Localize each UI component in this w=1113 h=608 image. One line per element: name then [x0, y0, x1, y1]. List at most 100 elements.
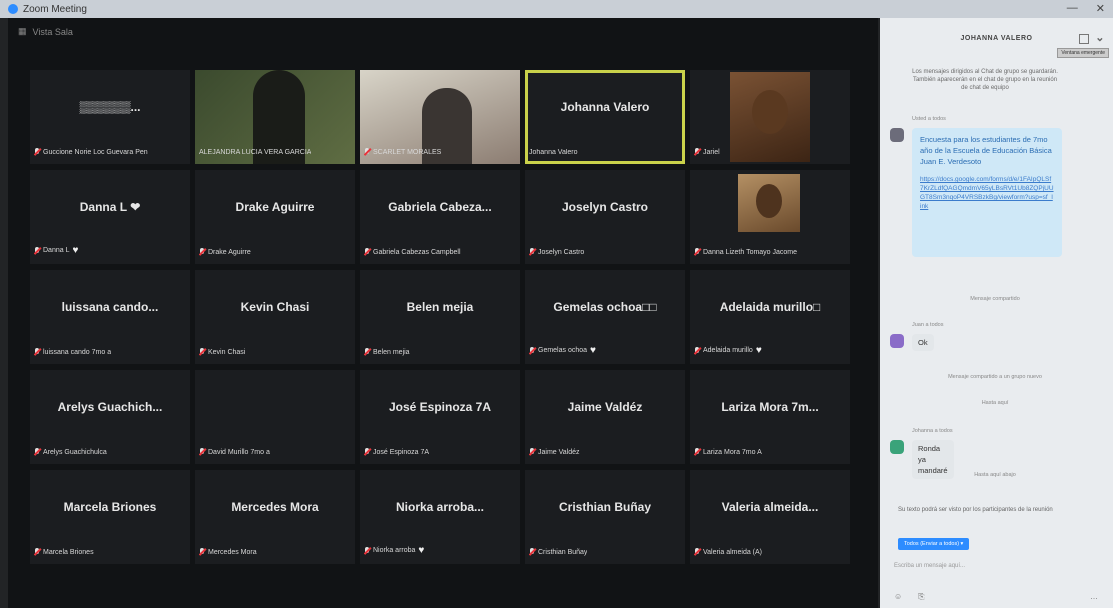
participant-name-label: Jariel [694, 148, 720, 156]
participant-name: Cristhian Buñay [538, 548, 588, 556]
participant-display-name: Gemelas ochoa□□ [553, 300, 657, 314]
participant-display-name: Niorka arroba... [395, 500, 485, 514]
participant-tile[interactable]: Adelaida murillo□ Adelaida murillo ♥ [690, 270, 850, 364]
more-icon[interactable]: … [1090, 592, 1098, 601]
muted-mic-icon [364, 348, 370, 356]
participant-tile[interactable]: Kevin Chasi Kevin Chasi [195, 270, 355, 364]
muted-mic-icon [364, 248, 370, 256]
window-controls: — ✕ [1067, 2, 1105, 15]
chat-divider: Hasta aquí [981, 400, 1009, 406]
participant-tile[interactable]: Jariel [690, 70, 850, 164]
participant-tile[interactable]: Mercedes Mora Mercedes Mora [195, 470, 355, 564]
participant-tile[interactable]: Danna Lizeth Tomayo Jacome [690, 170, 850, 264]
participant-tile[interactable]: Gabriela Cabeza... Gabriela Cabezas Campb… [360, 170, 520, 264]
participant-name-label: Danna Lizeth Tomayo Jacome [694, 248, 797, 256]
participant-name-label: Marcela Briones [34, 548, 94, 556]
participant-tile[interactable]: Cristhian Buñay Cristhian Buñay [525, 470, 685, 564]
view-switcher[interactable]: ▦ Vista Sala [18, 26, 73, 37]
participant-display-name: Joselyn Castro [561, 200, 649, 214]
participant-tile[interactable]: Belen mejia Belen mejia [360, 270, 520, 364]
participant-name: José Espinoza 7A [373, 448, 430, 456]
participant-display-name: Johanna Valero [560, 100, 650, 114]
participant-tile[interactable]: David Murillo 7mo a [195, 370, 355, 464]
participant-tile[interactable]: Marcela Briones Marcela Briones [30, 470, 190, 564]
message-bubble: Ok [912, 334, 934, 351]
participant-tile[interactable]: Gemelas ochoa□□ Gemelas ochoa ♥ [525, 270, 685, 364]
participant-tile[interactable]: Lariza Mora 7m... Lariza Mora 7mo A [690, 370, 850, 464]
gallery-view: ▦ Vista Sala ▒▒▒▒▒▒... Guccione Norie Loc… [8, 18, 878, 608]
file-icon[interactable]: ⎘ [918, 592, 924, 602]
participant-tile[interactable]: luissana cando... luissana cando 7mo a [30, 270, 190, 364]
participant-display-name: Arelys Guachich... [57, 400, 163, 414]
heart-icon: ♥ [755, 345, 762, 356]
participant-name: Marcela Briones [43, 548, 94, 556]
popout-icon[interactable] [1079, 34, 1089, 44]
participant-name-label: SCARLET MORALES [364, 148, 441, 156]
tooltip: Ventana emergente [1057, 48, 1109, 58]
participant-name: Gabriela Cabezas Campbell [373, 248, 461, 256]
participant-name-label: Cristhian Buñay [529, 548, 587, 556]
participant-tile[interactable]: ALEJANDRA LUCIA VERA GARCIA [195, 70, 355, 164]
participant-display-name: Mercedes Mora [231, 500, 319, 514]
message-bubble: Encuesta para los estudiantes de 7mo año… [912, 128, 1062, 257]
survey-link[interactable]: https://docs.google.com/forms/d/e/1FAIpQ… [920, 175, 1054, 251]
participant-display-name: Jaime Valdéz [567, 400, 643, 414]
participant-display-name: Lariza Mora 7m... [721, 400, 819, 414]
participant-display-name: Cristhian Buñay [558, 500, 651, 514]
participant-tile[interactable]: ▒▒▒▒▒▒... Guccione Norie Loc Guevara Pen [30, 70, 190, 164]
muted-mic-icon [694, 248, 700, 256]
heart-icon: ♥ [72, 245, 79, 256]
participant-name: Gemelas ochoa [538, 347, 588, 354]
participant-name: Niorka arroba [373, 547, 416, 554]
participant-name-label: Drake Aguirre [199, 248, 251, 256]
send-to-dropdown[interactable]: Todos (Enviar a todos) ▾ [898, 538, 970, 550]
participant-name-label: Arelys Guachichulca [34, 448, 107, 456]
emoji-icon[interactable]: ☺ [894, 592, 902, 602]
participant-tile[interactable]: SCARLET MORALES [360, 70, 520, 164]
muted-mic-icon [34, 348, 40, 356]
participant-display-name: Gabriela Cabeza... [388, 200, 492, 214]
participant-name: Johanna Valero [529, 149, 578, 156]
close-icon[interactable]: ⌄ [1095, 31, 1105, 44]
participant-tile[interactable]: Danna L ❤ Danna L ♥ [30, 170, 190, 264]
participant-name-label: Adelaida murillo ♥ [694, 345, 762, 356]
participant-name-label: Johanna Valero [529, 149, 578, 156]
profile-picture [738, 174, 800, 232]
participant-tile[interactable]: Drake Aguirre Drake Aguirre [195, 170, 355, 264]
participant-name: Danna L [43, 247, 70, 254]
chat-input-note: Su texto podrá ser visto por los partici… [898, 507, 1053, 513]
avatar [890, 128, 904, 142]
participant-tile[interactable]: Jaime Valdéz Jaime Valdéz [525, 370, 685, 464]
close-window-button[interactable]: ✕ [1096, 2, 1105, 15]
muted-mic-icon [529, 548, 535, 556]
participant-tile[interactable]: Joselyn Castro Joselyn Castro [525, 170, 685, 264]
participant-tile[interactable]: José Espinoza 7A José Espinoza 7A [360, 370, 520, 464]
chat-panel: JOHANNA VALERO ⌄ Ventana emergente Los m… [880, 18, 1113, 608]
participant-tile[interactable]: Niorka arroba... Niorka arroba ♥ [360, 470, 520, 564]
message-sender: Usted a todos [912, 116, 946, 122]
participant-name-label: Kevin Chasi [199, 348, 245, 356]
participant-tile[interactable]: Arelys Guachich... Arelys Guachichulca [30, 370, 190, 464]
participant-name: Jariel [703, 148, 720, 156]
participant-tile[interactable]: Johanna Valero Johanna Valero [525, 70, 685, 164]
participant-name: Jaime Valdéz [538, 448, 580, 456]
participant-tile[interactable]: Valeria almeida... Valeria almeida (A) [690, 470, 850, 564]
muted-mic-icon [694, 548, 700, 556]
chat-divider: Mensaje compartido a un grupo nuevo [948, 374, 1042, 380]
muted-mic-icon [34, 148, 40, 156]
participant-name-label: Belen mejia [364, 348, 410, 356]
participant-name: ALEJANDRA LUCIA VERA GARCIA [199, 149, 312, 156]
participant-display-name: luissana cando... [61, 300, 159, 314]
participant-name: Kevin Chasi [208, 348, 246, 356]
chat-toolbar: ☺ ⎘ … [894, 592, 1098, 602]
title-bar: Zoom Meeting — ✕ [0, 0, 1113, 18]
participant-display-name: ▒▒▒▒▒▒... [79, 100, 141, 114]
participant-name: Adelaida murillo [703, 347, 753, 354]
participant-display-name: Adelaida murillo□ [719, 300, 821, 314]
participant-name: Drake Aguirre [208, 248, 251, 256]
participant-name-label: Niorka arroba ♥ [364, 545, 424, 556]
participant-name-label: ALEJANDRA LUCIA VERA GARCIA [199, 149, 311, 156]
chat-input[interactable]: Escriba un mensaje aquí... [894, 563, 965, 569]
zoom-logo-icon [8, 4, 18, 14]
minimize-button[interactable]: — [1067, 2, 1078, 15]
